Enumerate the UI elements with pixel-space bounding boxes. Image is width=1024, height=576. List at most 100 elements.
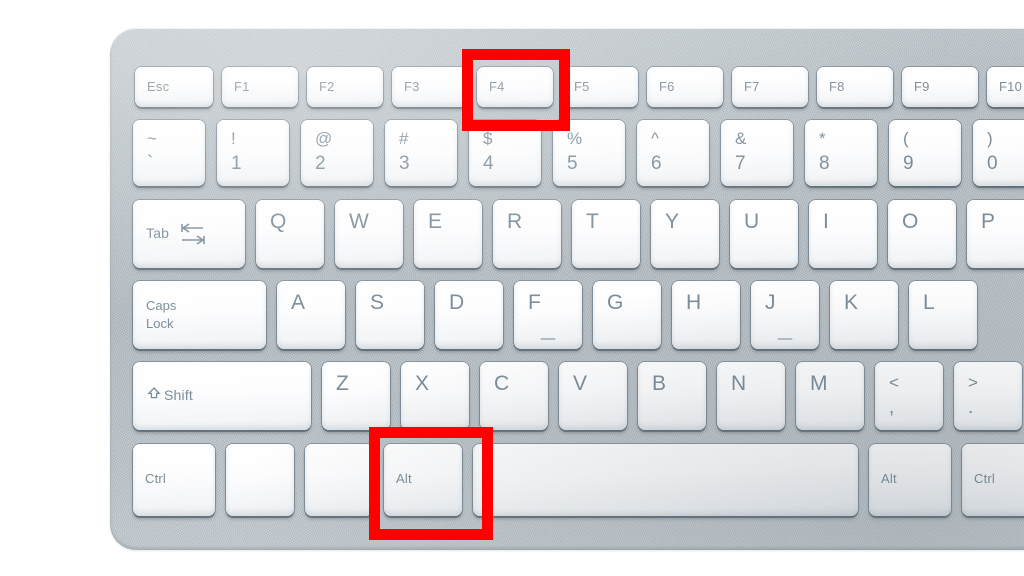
key-digit-8[interactable]: * 8 xyxy=(805,120,877,186)
key-digit-5[interactable]: % 5 xyxy=(553,120,625,186)
key-label: F8 xyxy=(829,79,845,94)
key-shift-symbol: # xyxy=(399,129,409,148)
key-label: Alt xyxy=(881,471,897,486)
key-shift-symbol: @ xyxy=(315,129,333,148)
key-label: F2 xyxy=(319,79,335,94)
key-label: Z xyxy=(336,372,350,395)
key-digit-7[interactable]: & 7 xyxy=(721,120,793,186)
key-base-symbol: 5 xyxy=(567,153,578,174)
home-row: Caps Lock A S D F G H J K L xyxy=(133,281,977,349)
keyboard-chassis: Esc F1 F2 F3 F4 F5 F6 F7 F8 F9 F10 ~ ` !… xyxy=(110,28,1024,550)
key-letter-m[interactable]: M xyxy=(796,362,864,430)
key-f4[interactable]: F4 xyxy=(477,67,553,107)
key-base-symbol: 8 xyxy=(819,153,830,174)
key-label-line2: Lock xyxy=(146,316,174,331)
key-comma[interactable]: < , xyxy=(875,362,943,430)
key-letter-p[interactable]: P xyxy=(967,200,1024,268)
key-base-symbol: ` xyxy=(147,153,154,174)
key-letter-f[interactable]: F xyxy=(514,281,582,349)
key-label: F3 xyxy=(404,79,420,94)
key-f9[interactable]: F9 xyxy=(902,67,978,107)
key-label: A xyxy=(291,291,306,314)
key-letter-b[interactable]: B xyxy=(638,362,706,430)
key-digit-3[interactable]: # 3 xyxy=(385,120,457,186)
key-letter-o[interactable]: O xyxy=(888,200,956,268)
key-label: B xyxy=(652,372,667,395)
key-label: Q xyxy=(270,210,287,233)
key-letter-c[interactable]: C xyxy=(480,362,548,430)
key-period[interactable]: > . xyxy=(954,362,1022,430)
key-letter-q[interactable]: Q xyxy=(256,200,324,268)
key-letter-a[interactable]: A xyxy=(277,281,345,349)
key-letter-u[interactable]: U xyxy=(730,200,798,268)
key-label: P xyxy=(981,210,996,233)
key-letter-w[interactable]: W xyxy=(335,200,403,268)
key-right-ctrl[interactable]: Ctrl xyxy=(962,444,1024,516)
key-letter-v[interactable]: V xyxy=(559,362,627,430)
key-f2[interactable]: F2 xyxy=(307,67,383,107)
key-shift-symbol: * xyxy=(819,129,826,148)
key-right-alt[interactable]: Alt xyxy=(869,444,951,516)
key-letter-h[interactable]: H xyxy=(672,281,740,349)
key-label: F9 xyxy=(914,79,930,94)
key-shift-symbol: % xyxy=(567,129,583,148)
key-letter-d[interactable]: D xyxy=(435,281,503,349)
key-f6[interactable]: F6 xyxy=(647,67,723,107)
key-f8[interactable]: F8 xyxy=(817,67,893,107)
key-label: G xyxy=(607,291,624,314)
key-letter-r[interactable]: R xyxy=(493,200,561,268)
key-spacebar[interactable] xyxy=(473,444,858,516)
key-caps-lock[interactable]: Caps Lock xyxy=(133,281,266,349)
key-tab[interactable]: Tab xyxy=(133,200,245,268)
key-label: T xyxy=(586,210,600,233)
key-letter-z[interactable]: Z xyxy=(322,362,390,430)
key-letter-i[interactable]: I xyxy=(809,200,877,268)
key-shift-symbol: ^ xyxy=(651,129,659,148)
key-left-ctrl[interactable]: Ctrl xyxy=(133,444,215,516)
key-digit-6[interactable]: ^ 6 xyxy=(637,120,709,186)
modifier-row: Ctrl Alt Alt Ctrl xyxy=(133,444,1024,516)
key-base-symbol: 7 xyxy=(735,153,746,174)
key-base-symbol: 3 xyxy=(399,153,410,174)
key-label: O xyxy=(902,210,919,233)
key-f3[interactable]: F3 xyxy=(392,67,468,107)
key-f1[interactable]: F1 xyxy=(222,67,298,107)
key-left-blank-2[interactable] xyxy=(305,444,373,516)
key-f7[interactable]: F7 xyxy=(732,67,808,107)
key-label: V xyxy=(573,372,588,395)
key-label: C xyxy=(494,372,510,395)
key-digit-2[interactable]: @ 2 xyxy=(301,120,373,186)
key-digit-1[interactable]: ! 1 xyxy=(217,120,289,186)
function-row: Esc F1 F2 F3 F4 F5 F6 F7 F8 F9 F10 xyxy=(135,67,1024,107)
key-letter-t[interactable]: T xyxy=(572,200,640,268)
key-label: R xyxy=(507,210,523,233)
key-letter-s[interactable]: S xyxy=(356,281,424,349)
key-base-symbol: . xyxy=(968,397,974,418)
key-base-symbol: 9 xyxy=(903,153,914,174)
key-label: F4 xyxy=(489,79,505,94)
key-digit-4[interactable]: $ 4 xyxy=(469,120,541,186)
key-letter-g[interactable]: G xyxy=(593,281,661,349)
key-digit-9[interactable]: ( 9 xyxy=(889,120,961,186)
key-backtick-tilde[interactable]: ~ ` xyxy=(133,120,205,186)
key-letter-x[interactable]: X xyxy=(401,362,469,430)
key-letter-l[interactable]: L xyxy=(909,281,977,349)
key-letter-e[interactable]: E xyxy=(414,200,482,268)
key-f5[interactable]: F5 xyxy=(562,67,638,107)
key-letter-j[interactable]: J xyxy=(751,281,819,349)
key-letter-y[interactable]: Y xyxy=(651,200,719,268)
key-label: Tab xyxy=(146,225,170,241)
shift-arrow-icon xyxy=(147,386,161,400)
number-row: ~ ` ! 1 @ 2 # 3 $ 4 % 5 ^ 6 & 7 * 8 (9 … xyxy=(133,120,1024,186)
key-letter-n[interactable]: N xyxy=(717,362,785,430)
key-shift-symbol: ~ xyxy=(147,129,157,148)
key-digit-0[interactable]: ) 0 xyxy=(973,120,1024,186)
key-label: W xyxy=(349,210,370,233)
key-letter-k[interactable]: K xyxy=(830,281,898,349)
key-escape[interactable]: Esc xyxy=(135,67,213,107)
key-f10[interactable]: F10 xyxy=(987,67,1024,107)
keyboard-photo: Esc F1 F2 F3 F4 F5 F6 F7 F8 F9 F10 ~ ` !… xyxy=(0,0,1024,576)
key-left-blank-1[interactable] xyxy=(226,444,294,516)
key-left-alt[interactable]: Alt xyxy=(384,444,462,516)
key-left-shift[interactable]: Shift xyxy=(133,362,311,430)
